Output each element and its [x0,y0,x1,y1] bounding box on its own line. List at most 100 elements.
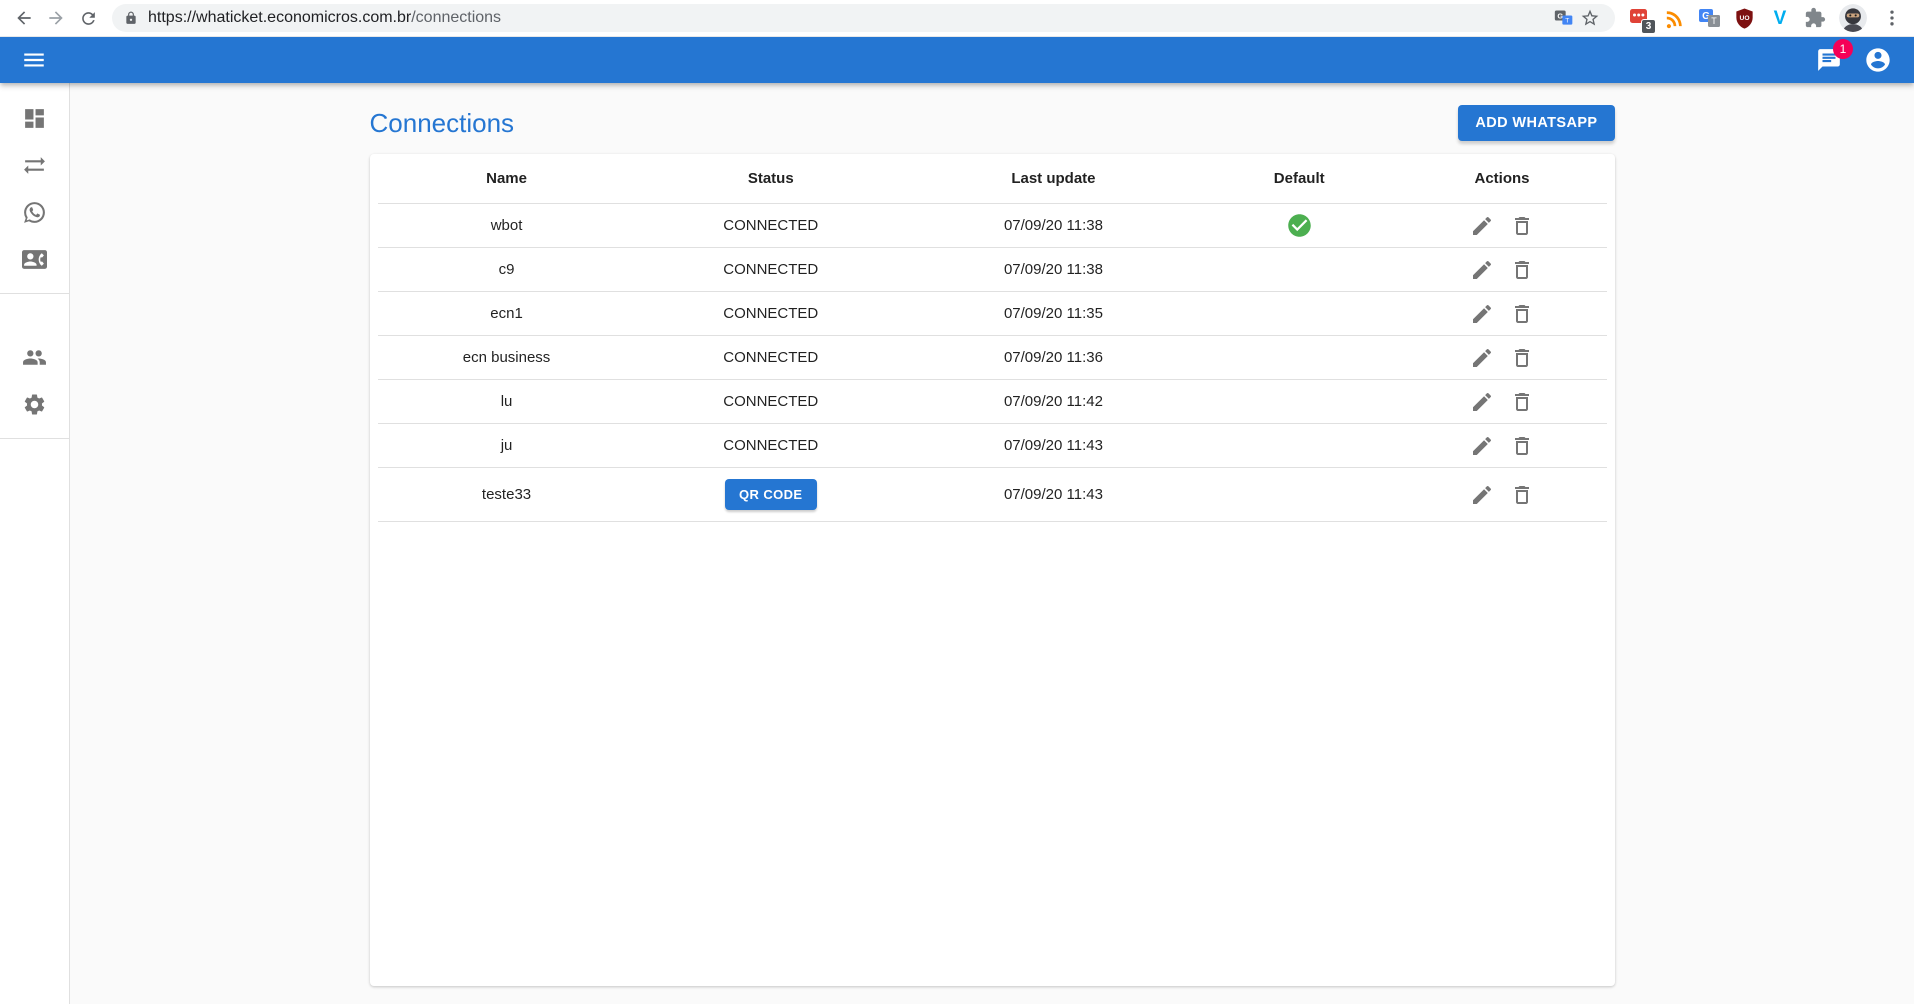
connections-card: Name Status Last update Default Actions … [370,154,1615,986]
connection-name: ju [378,424,636,468]
url-text: https://whaticket.economicros.com.br/con… [148,9,501,27]
reload-icon [79,9,98,28]
connection-actions-cell [1398,292,1607,336]
menu-button[interactable] [17,43,51,77]
delete-button[interactable] [1510,483,1534,507]
connection-last-update: 07/09/20 11:35 [906,292,1201,336]
delete-button[interactable] [1510,434,1534,458]
table-row: ecn business CONNECTED 07/09/20 11:36 [378,336,1607,380]
connection-name: teste33 [378,468,636,522]
connection-default-cell [1201,468,1398,522]
connection-name: c9 [378,248,636,292]
sidebar [0,83,70,1004]
connection-status: CONNECTED [636,248,906,292]
connection-last-update: 07/09/20 11:38 [906,248,1201,292]
table-row: c9 CONNECTED 07/09/20 11:38 [378,248,1607,292]
browser-menu-icon[interactable] [1877,4,1906,33]
delete-button[interactable] [1510,390,1534,414]
connection-actions-cell [1398,248,1607,292]
notifier-extension-icon[interactable]: 3 [1625,4,1654,33]
rss-extension-icon[interactable] [1660,4,1689,33]
sidebar-divider [0,438,69,439]
app-bar: 1 [0,37,1914,83]
connection-actions-cell [1398,380,1607,424]
connection-status: CONNECTED [636,380,906,424]
translate-page-icon[interactable]: GT [1551,5,1577,31]
check-circle-icon [1286,212,1313,239]
sidebar-item-dashboard[interactable] [0,95,69,142]
connection-default-cell [1201,204,1398,248]
table-header-row: Name Status Last update Default Actions [378,154,1607,204]
connection-last-update: 07/09/20 11:38 [906,204,1201,248]
qr-code-button[interactable]: QR CODE [725,479,816,510]
vimeo-extension-icon[interactable]: V [1765,4,1794,33]
lock-icon [124,11,138,25]
connection-status: CONNECTED [636,424,906,468]
menu-icon [21,47,47,73]
delete-button[interactable] [1510,258,1534,282]
edit-button[interactable] [1470,346,1494,370]
notifications-button[interactable]: 1 [1816,47,1842,73]
connection-name: ecn1 [378,292,636,336]
connections-table: Name Status Last update Default Actions … [378,154,1607,522]
connection-actions-cell [1398,204,1607,248]
header-default: Default [1201,154,1398,204]
delete-button[interactable] [1510,302,1534,326]
extensions-puzzle-icon[interactable] [1800,4,1829,33]
bookmark-star-icon[interactable] [1577,5,1603,31]
forward-button[interactable] [40,2,72,34]
sidebar-item-tickets[interactable] [0,189,69,236]
connection-name: wbot [378,204,636,248]
sidebar-item-settings[interactable] [0,381,69,428]
svg-text:T: T [1711,16,1717,26]
svg-text:V: V [1773,8,1786,29]
sidebar-item-contacts[interactable] [0,236,69,283]
add-whatsapp-button[interactable]: ADD WHATSAPP [1458,105,1614,141]
people-icon [22,345,47,370]
delete-button[interactable] [1510,214,1534,238]
connection-last-update: 07/09/20 11:36 [906,336,1201,380]
dashboard-icon [22,106,47,131]
contact-phone-icon [22,247,47,272]
extensions-area: 3 GT UO V [1623,4,1906,33]
table-row: wbot CONNECTED 07/09/20 11:38 [378,204,1607,248]
edit-button[interactable] [1470,483,1494,507]
connection-default-cell [1201,336,1398,380]
ublock-extension-icon[interactable]: UO [1730,4,1759,33]
edit-button[interactable] [1470,214,1494,238]
svg-text:T: T [1565,18,1569,25]
svg-text:UO: UO [1739,15,1749,22]
edit-button[interactable] [1470,434,1494,458]
page-title: Connections [370,108,515,139]
profile-avatar[interactable] [1839,4,1867,32]
connection-actions-cell [1398,468,1607,522]
edit-button[interactable] [1470,302,1494,326]
address-bar[interactable]: https://whaticket.economicros.com.br/con… [112,4,1615,32]
sidebar-item-users[interactable] [0,334,69,381]
browser-toolbar: https://whaticket.economicros.com.br/con… [0,0,1914,37]
back-icon [14,8,34,28]
connection-name: lu [378,380,636,424]
connection-default-cell [1201,292,1398,336]
connection-last-update: 07/09/20 11:43 [906,468,1201,522]
header-last-update: Last update [906,154,1201,204]
translate-extension-icon[interactable]: GT [1695,4,1724,33]
sidebar-item-connections[interactable] [0,142,69,189]
forward-icon [46,8,66,28]
delete-button[interactable] [1510,346,1534,370]
edit-button[interactable] [1470,258,1494,282]
reload-button[interactable] [72,2,104,34]
back-button[interactable] [8,2,40,34]
connection-status: CONNECTED [636,292,906,336]
table-row: teste33 QR CODE 07/09/20 11:43 [378,468,1607,522]
connection-default-cell [1201,424,1398,468]
table-row: ecn1 CONNECTED 07/09/20 11:35 [378,292,1607,336]
connection-name: ecn business [378,336,636,380]
connection-default-cell [1201,248,1398,292]
header-status: Status [636,154,906,204]
connection-actions-cell [1398,424,1607,468]
edit-button[interactable] [1470,390,1494,414]
table-row: lu CONNECTED 07/09/20 11:42 [378,380,1607,424]
account-menu-button[interactable] [1864,46,1892,74]
settings-gear-icon [22,392,47,417]
